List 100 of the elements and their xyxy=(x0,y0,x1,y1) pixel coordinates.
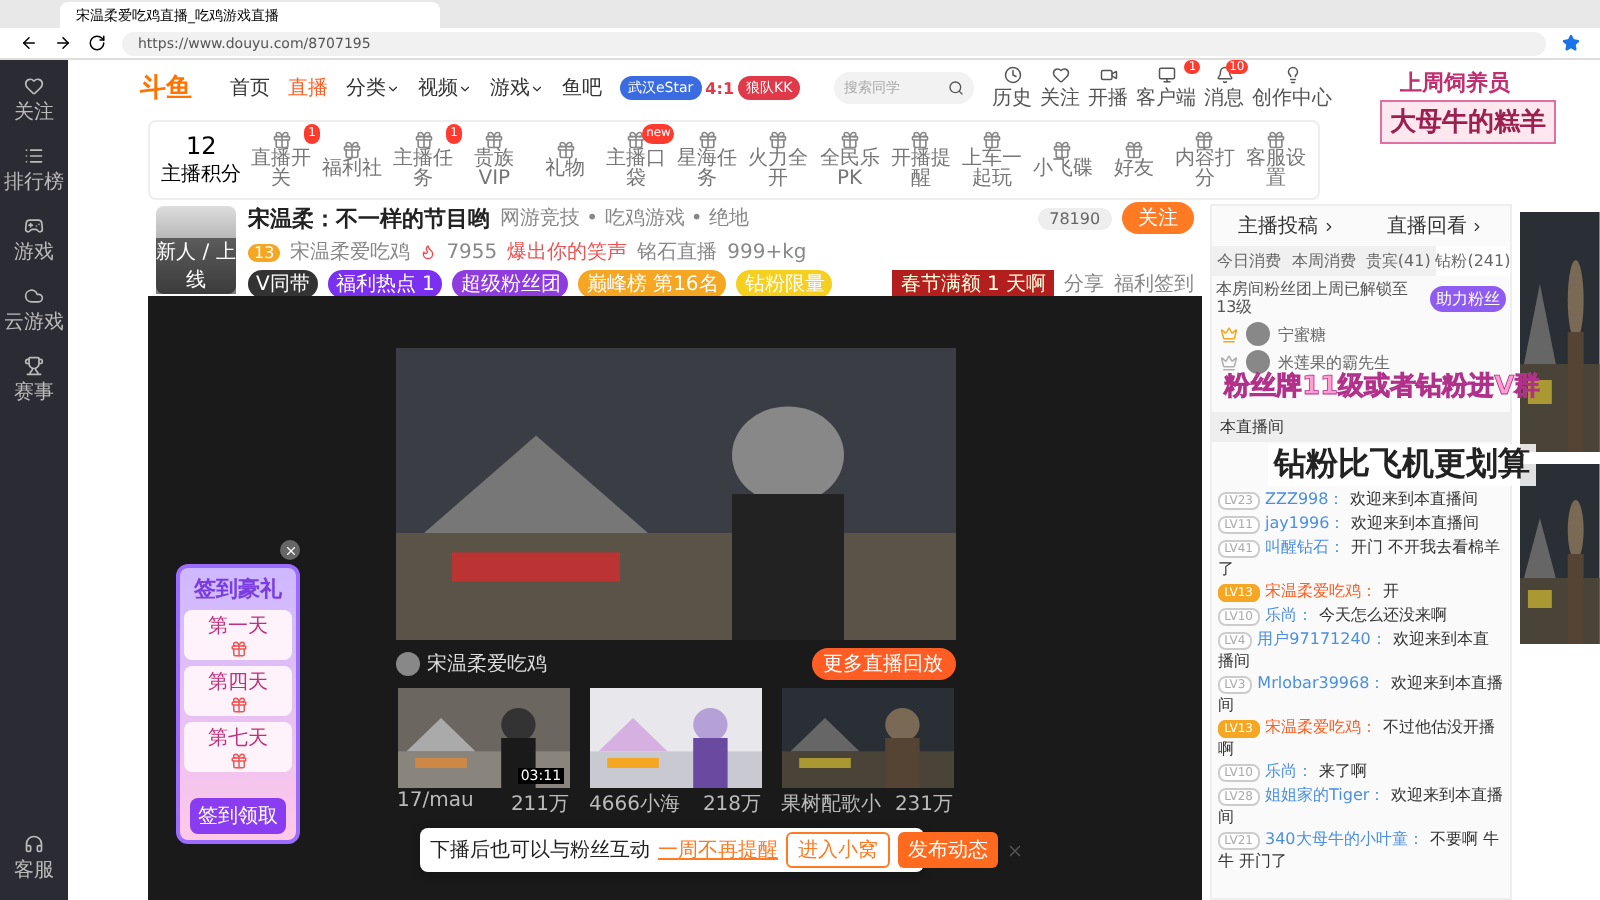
chevron-icon xyxy=(1321,219,1336,233)
avatar xyxy=(1246,322,1271,346)
nav-link[interactable]: 直播 xyxy=(288,74,328,102)
sidebar-icon xyxy=(24,216,44,236)
header-action[interactable]: 创作中心 xyxy=(1252,65,1333,111)
sidebar-icon xyxy=(24,76,44,96)
rank-tab[interactable]: 钻粉(241) xyxy=(1435,246,1511,276)
close-icon xyxy=(283,543,297,557)
gift-icon xyxy=(342,140,363,160)
header-icon xyxy=(1099,65,1118,83)
video-author: 17/mau xyxy=(397,790,474,816)
gift-icon xyxy=(1123,140,1144,160)
overlay-text: 钻粉比飞机更划算 xyxy=(1268,444,1536,486)
tool-button[interactable]: 全民乐PK xyxy=(815,130,885,190)
sidebar-item[interactable]: 赛事 xyxy=(14,356,54,406)
sidebar-item[interactable]: 游戏 xyxy=(14,216,54,266)
star-icon[interactable] xyxy=(1562,34,1580,52)
publish-button[interactable]: 发布动态 xyxy=(898,832,998,868)
gift-icon xyxy=(229,640,247,658)
view-count: 211万 xyxy=(510,792,570,818)
match-score: 4:1 xyxy=(705,79,735,97)
tool-button[interactable]: 内容打分 xyxy=(1170,130,1240,190)
hot-count: 7955 xyxy=(446,241,498,263)
view-count: 231万 xyxy=(894,792,954,818)
badge-pill[interactable]: 福利热点 1 xyxy=(327,270,443,298)
gift-icon xyxy=(555,140,576,160)
tool-button[interactable]: 客服设置 xyxy=(1241,130,1311,190)
rank-tab[interactable]: 贵宾(41) xyxy=(1361,246,1436,276)
level-badge: 13 xyxy=(248,243,281,261)
weight-label: 999+kg xyxy=(727,241,807,263)
overlay-text: 粉丝牌11级或者钻粉进V群 xyxy=(1224,370,1541,404)
headset-icon xyxy=(24,834,44,854)
tool-button[interactable]: 火力全开 xyxy=(743,130,813,190)
forward-icon[interactable] xyxy=(54,34,72,52)
day-label: 第一天 xyxy=(208,614,268,640)
sidebar-item[interactable]: 客服 xyxy=(14,834,54,884)
rank-tab[interactable]: 本周消费 xyxy=(1286,246,1361,276)
reload-icon[interactable] xyxy=(88,34,106,52)
nav-link[interactable]: 鱼吧 xyxy=(562,74,602,102)
nav-link[interactable]: 视频 xyxy=(418,74,472,102)
sidebar-item[interactable]: 云游戏 xyxy=(4,286,64,336)
welfare-link[interactable]: 福利签到 xyxy=(1114,270,1195,298)
back-icon[interactable] xyxy=(20,34,38,52)
badge-pill[interactable]: V同带 xyxy=(248,270,318,298)
follower-count: 78190 xyxy=(1037,207,1113,229)
tag-label: 爆出你的笑声 xyxy=(507,239,628,266)
close-icon xyxy=(1006,841,1024,859)
gift-icon xyxy=(413,130,434,150)
event-banner[interactable]: 春节满额 1 天啊 xyxy=(892,270,1055,298)
tool-button[interactable]: 上车一起玩 xyxy=(957,130,1027,190)
tool-button[interactable]: 福利社 xyxy=(317,140,387,180)
tool-button[interactable]: 好友 xyxy=(1099,140,1169,180)
tool-button[interactable]: 贵族VIP xyxy=(459,130,529,190)
tool-button[interactable]: 星海任务 xyxy=(672,130,742,190)
header-icon xyxy=(1283,65,1302,83)
toast-text: 下播后也可以与粉丝互动 xyxy=(430,837,650,864)
sidebar-item[interactable]: 关注 xyxy=(14,76,54,126)
rank-label: 铭石直播 xyxy=(637,239,718,266)
header-action[interactable]: 开播 xyxy=(1088,65,1129,111)
gift-icon xyxy=(229,696,247,714)
gift-icon xyxy=(626,130,647,150)
sidebar-icon xyxy=(24,286,44,306)
streamer-avatar: 新人 / 上线 xyxy=(156,206,236,294)
gift-icon xyxy=(697,130,718,150)
gift-icon xyxy=(1052,140,1073,160)
more-replays-button[interactable]: 更多直播回放 xyxy=(811,648,956,680)
gift-icon xyxy=(229,752,247,770)
search-icon[interactable] xyxy=(948,80,965,96)
header-action[interactable]: 历史 xyxy=(992,65,1033,111)
streamer-name: 宋温柔爱吃鸡 xyxy=(290,239,411,266)
view-count: 218万 xyxy=(702,792,762,818)
rank-name: 宁蜜糖 xyxy=(1278,323,1327,345)
logo[interactable]: 斗鱼 xyxy=(140,70,192,106)
gift-icon xyxy=(768,130,789,150)
sidebar-item[interactable]: 排行榜 xyxy=(4,146,64,196)
header-icon xyxy=(1003,65,1022,83)
chat-top-tab[interactable]: 直播回看 xyxy=(1386,212,1485,240)
gift-icon xyxy=(484,130,505,150)
share-link[interactable]: 分享 xyxy=(1064,270,1105,298)
boost-button[interactable]: 助力粉丝 xyxy=(1430,285,1507,311)
overlay-name: 大母牛的糕羊 xyxy=(1380,100,1556,144)
nav-link[interactable]: 分类 xyxy=(346,74,400,102)
popup-title: 签到豪礼 xyxy=(194,574,282,604)
stream-title: 宋温柔：不一样的节目哟 xyxy=(248,203,490,233)
gift-icon xyxy=(1194,130,1215,150)
header-icon xyxy=(1215,65,1234,83)
tool-button[interactable]: 礼物 xyxy=(530,140,600,180)
signin-button[interactable]: 签到领取 xyxy=(190,798,286,834)
rank-tab[interactable]: 今日消费 xyxy=(1212,246,1287,276)
sidebar-icon xyxy=(24,356,44,376)
gift-icon xyxy=(981,130,1002,150)
video-author: 果树配歌小 xyxy=(781,791,882,818)
nav-link[interactable]: 首页 xyxy=(230,74,270,102)
badge-pill[interactable]: 超级粉丝团 xyxy=(452,270,569,298)
header-action[interactable]: 关注 xyxy=(1040,65,1081,111)
tool-button[interactable]: 小飞碟 xyxy=(1028,140,1098,180)
notice-text: 本房间粉丝团上周已解锁至13级 xyxy=(1216,280,1411,316)
tool-button[interactable]: 开播提醒 xyxy=(886,130,956,190)
chat-top-tab[interactable]: 主播投稿 xyxy=(1237,212,1336,240)
nav-link[interactable]: 游戏 xyxy=(490,74,544,102)
